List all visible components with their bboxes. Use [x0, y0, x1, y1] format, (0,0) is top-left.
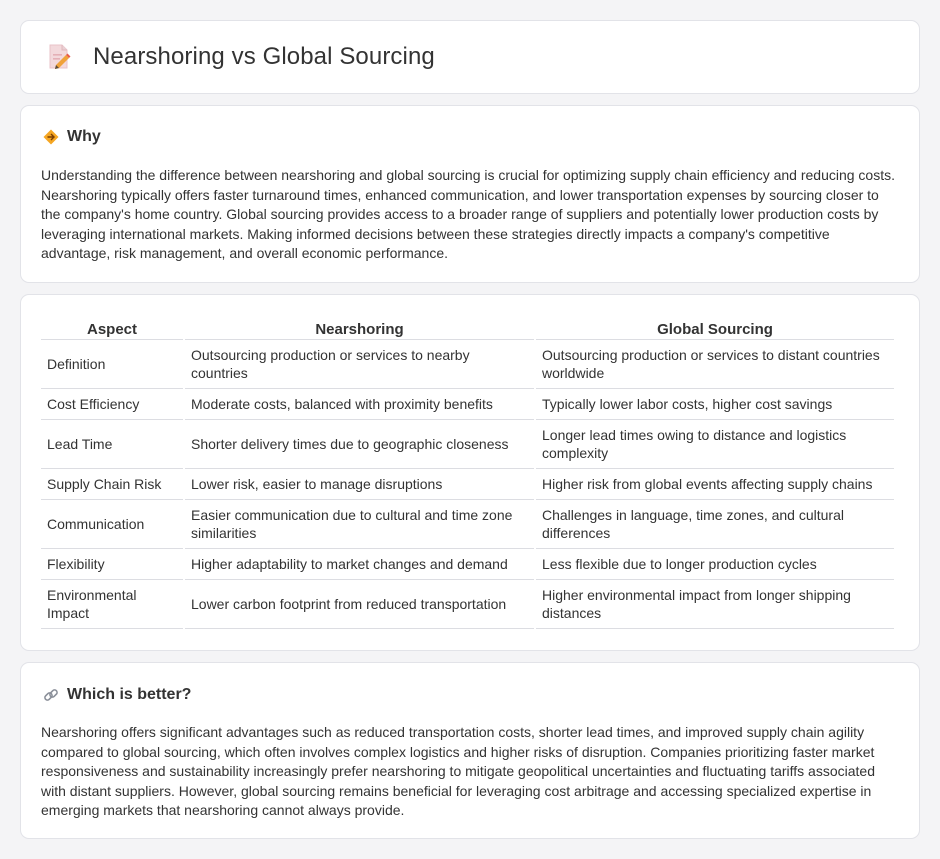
aspect-cell: Flexibility — [41, 549, 183, 580]
better-title: Which is better? — [67, 686, 192, 703]
document-pencil-icon — [49, 44, 71, 69]
why-section: Why Understanding the difference between… — [20, 105, 920, 283]
link-icon — [44, 689, 58, 701]
table-row: Lead Time Shorter delivery times due to … — [41, 420, 894, 469]
column-header-aspect: Aspect — [41, 316, 183, 340]
global-sourcing-cell: Less flexible due to longer production c… — [536, 549, 894, 580]
better-text: Nearshoring offers significant advantage… — [41, 724, 875, 819]
table-row: Communication Easier communication due t… — [41, 500, 894, 549]
aspect-cell: Communication — [41, 500, 183, 549]
table-row: Environmental Impact Lower carbon footpr… — [41, 580, 894, 629]
comparison-section: Aspect Nearshoring Global Sourcing Defin… — [20, 294, 920, 651]
nearshoring-cell: Lower risk, easier to manage disruptions — [185, 469, 534, 500]
table-row: Definition Outsourcing production or ser… — [41, 340, 894, 389]
global-sourcing-cell: Typically lower labor costs, higher cost… — [536, 389, 894, 420]
nearshoring-cell: Higher adaptability to market changes an… — [185, 549, 534, 580]
nearshoring-cell: Lower carbon footprint from reduced tran… — [185, 580, 534, 629]
nearshoring-cell: Shorter delivery times due to geographic… — [185, 420, 534, 469]
column-header-global-sourcing: Global Sourcing — [536, 316, 894, 340]
global-sourcing-cell: Higher risk from global events affecting… — [536, 469, 894, 500]
aspect-cell: Supply Chain Risk — [41, 469, 183, 500]
global-sourcing-cell: Outsourcing production or services to di… — [536, 340, 894, 389]
which-is-better-section: Which is better? Nearshoring offers sign… — [20, 662, 920, 839]
global-sourcing-cell: Challenges in language, time zones, and … — [536, 500, 894, 549]
table-row: Supply Chain Risk Lower risk, easier to … — [41, 469, 894, 500]
aspect-cell: Definition — [41, 340, 183, 389]
nearshoring-cell: Easier communication due to cultural and… — [185, 500, 534, 549]
page-title: Nearshoring vs Global Sourcing — [93, 43, 435, 70]
aspect-cell: Cost Efficiency — [41, 389, 183, 420]
table-header-row: Aspect Nearshoring Global Sourcing — [41, 316, 894, 340]
global-sourcing-cell: Higher environmental impact from longer … — [536, 580, 894, 629]
comparison-table: Aspect Nearshoring Global Sourcing Defin… — [39, 316, 896, 629]
aspect-cell: Lead Time — [41, 420, 183, 469]
why-title: Why — [67, 128, 101, 145]
global-sourcing-cell: Longer lead times owing to distance and … — [536, 420, 894, 469]
column-header-nearshoring: Nearshoring — [185, 316, 534, 340]
table-row: Cost Efficiency Moderate costs, balanced… — [41, 389, 894, 420]
diamond-signal-icon — [43, 129, 59, 145]
why-text: Understanding the difference between nea… — [41, 167, 895, 262]
nearshoring-cell: Outsourcing production or services to ne… — [185, 340, 534, 389]
why-heading: Why — [43, 128, 899, 146]
nearshoring-cell: Moderate costs, balanced with proximity … — [185, 389, 534, 420]
better-heading: Which is better? — [43, 686, 899, 704]
table-row: Flexibility Higher adaptability to marke… — [41, 549, 894, 580]
aspect-cell: Environmental Impact — [41, 580, 183, 629]
header-card: Nearshoring vs Global Sourcing — [20, 20, 920, 94]
